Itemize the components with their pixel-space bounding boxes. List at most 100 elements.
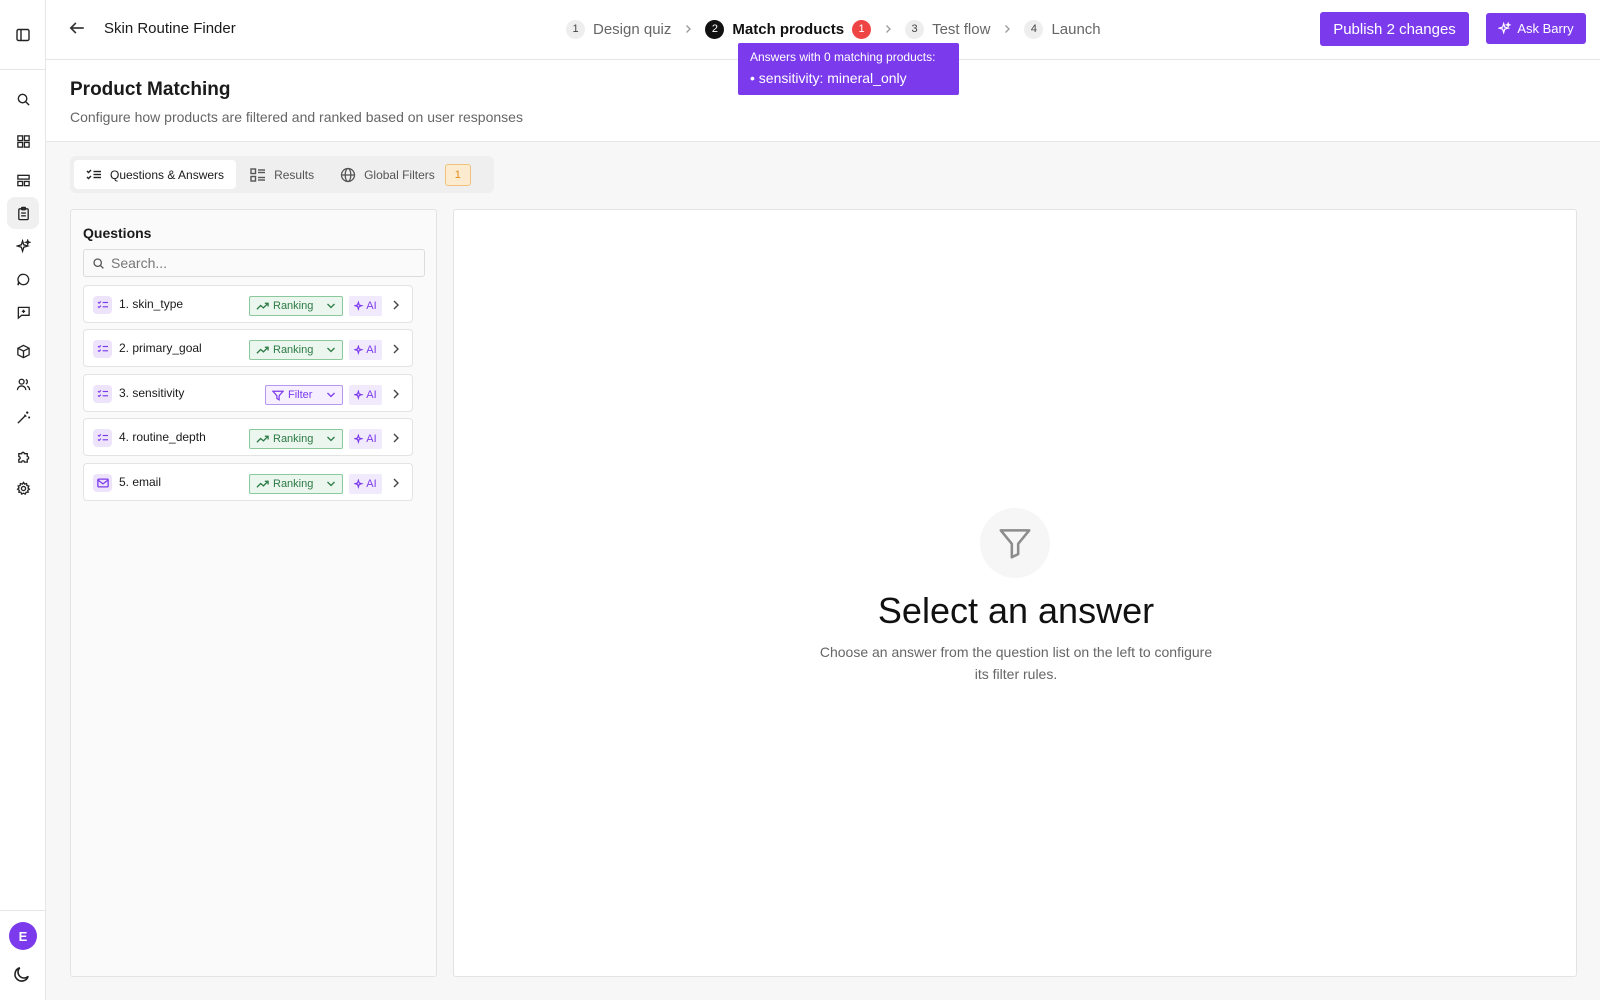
step-number: 2 xyxy=(705,19,725,39)
ask-barry-button[interactable]: Ask Barry xyxy=(1486,13,1586,44)
sidebar-toggle[interactable] xyxy=(0,0,45,70)
sidebar-footer: E xyxy=(0,910,45,1000)
layout-list-icon xyxy=(250,167,266,182)
dashboard-icon xyxy=(16,134,30,148)
ai-button[interactable]: AI xyxy=(349,296,382,316)
mode-dropdown[interactable]: Ranking xyxy=(249,296,343,316)
tab-global-filters[interactable]: Global Filters 1 xyxy=(328,160,483,189)
filter-icon xyxy=(980,508,1050,578)
ai-button[interactable]: AI xyxy=(349,429,382,449)
ai-button[interactable]: AI xyxy=(349,340,382,360)
empty-state-title: Select an answer xyxy=(877,590,1155,631)
chevron-right-icon xyxy=(391,477,401,489)
avatar[interactable]: E xyxy=(9,922,37,950)
chevron-right-icon xyxy=(1002,24,1012,34)
sidebar: E xyxy=(0,0,46,1000)
tab-questions-answers[interactable]: Questions & Answers xyxy=(74,160,237,189)
mode-label: Ranking xyxy=(273,300,314,312)
chevron-right-icon xyxy=(391,388,401,400)
question-row-sensitivity[interactable]: 3. sensitivity Filter AI xyxy=(83,374,413,412)
theme-toggle[interactable] xyxy=(13,965,31,983)
ai-label: AI xyxy=(366,344,377,356)
magic-wand-icon xyxy=(16,410,30,424)
question-label: 3. sensitivity xyxy=(119,386,185,400)
search-icon xyxy=(17,93,30,106)
list-checks-icon xyxy=(86,169,101,179)
gear-icon xyxy=(16,480,30,495)
sidebar-messages[interactable] xyxy=(7,296,39,328)
list-checks-icon xyxy=(93,296,112,314)
list-checks-icon xyxy=(93,385,112,403)
mode-dropdown[interactable]: Filter xyxy=(265,385,343,405)
step-match-products[interactable]: 2 Match products xyxy=(705,19,844,39)
list-checks-icon xyxy=(93,429,112,447)
chevron-right-icon xyxy=(391,432,401,444)
mail-icon xyxy=(93,474,112,492)
ai-label: AI xyxy=(366,300,377,312)
puzzle-icon xyxy=(17,451,29,463)
tooltip-heading: Answers with 0 matching products: xyxy=(750,50,936,64)
sparkles-icon xyxy=(354,479,365,489)
ask-barry-label: Ask Barry xyxy=(1517,21,1574,36)
mode-dropdown[interactable]: Ranking xyxy=(249,474,343,494)
answer-detail-panel: Select an answer Choose an answer from t… xyxy=(453,209,1577,977)
moon-icon xyxy=(14,967,29,982)
question-row-primary-goal[interactable]: 2. primary_goal Ranking AI xyxy=(83,329,413,367)
publish-button[interactable]: Publish 2 changes xyxy=(1320,12,1469,46)
mode-label: Ranking xyxy=(273,433,314,445)
chevron-right-icon xyxy=(391,343,401,355)
sidebar-layouts[interactable] xyxy=(7,164,39,196)
questions-heading: Questions xyxy=(83,225,152,241)
step-launch[interactable]: 4 Launch xyxy=(1024,19,1101,39)
step-design-quiz[interactable]: 1 Design quiz xyxy=(566,19,672,39)
sidebar-integrations[interactable] xyxy=(7,440,39,472)
mode-label: Ranking xyxy=(273,478,314,490)
mode-dropdown[interactable]: Ranking xyxy=(249,429,343,449)
trending-up-icon xyxy=(256,302,269,310)
sidebar-chat[interactable] xyxy=(7,263,39,295)
list-checks-icon xyxy=(93,340,112,358)
question-row-skin-type[interactable]: 1. skin_type Ranking AI xyxy=(83,285,413,323)
error-count-badge: 1 xyxy=(852,19,872,39)
search-input[interactable] xyxy=(111,255,411,271)
tab-label: Global Filters xyxy=(364,167,435,182)
sparkles-icon xyxy=(354,390,365,400)
sparkles-icon xyxy=(354,301,365,311)
back-button[interactable] xyxy=(68,19,86,37)
sparkles-icon xyxy=(354,345,365,355)
tab-results[interactable]: Results xyxy=(238,160,326,189)
sidebar-products[interactable] xyxy=(7,335,39,367)
tab-bar: Questions & Answers Results Global Filte… xyxy=(70,156,494,193)
globe-icon xyxy=(340,167,356,182)
tab-label: Results xyxy=(274,167,315,182)
step-test-flow[interactable]: 3 Test flow xyxy=(905,19,990,39)
chevron-down-icon xyxy=(327,481,335,487)
question-row-email[interactable]: 5. email Ranking AI xyxy=(83,463,413,501)
users-icon xyxy=(16,378,30,390)
sidebar-magic[interactable] xyxy=(7,401,39,433)
ai-button[interactable]: AI xyxy=(349,474,382,494)
chevron-down-icon xyxy=(327,392,335,398)
sidebar-settings[interactable] xyxy=(7,472,39,504)
sidebar-users[interactable] xyxy=(7,368,39,400)
mode-label: Filter xyxy=(288,389,313,401)
step-number: 3 xyxy=(905,19,925,39)
empty-state-description: Choose an answer from the question list … xyxy=(819,644,1213,682)
ai-label: AI xyxy=(366,389,377,401)
stepper: 1 Design quiz 2 Match products 1 3 Test … xyxy=(566,17,1101,41)
question-row-routine-depth[interactable]: 4. routine_depth Ranking AI xyxy=(83,418,413,456)
sidebar-dashboard[interactable] xyxy=(7,125,39,157)
panel-toggle-icon xyxy=(15,28,30,41)
chevron-down-icon xyxy=(327,347,335,353)
ai-button[interactable]: AI xyxy=(349,385,382,405)
sidebar-search[interactable] xyxy=(7,83,39,115)
sidebar-quizzes[interactable] xyxy=(7,197,39,229)
message-square-icon xyxy=(17,306,30,320)
trending-up-icon xyxy=(256,346,269,354)
question-label: 2. primary_goal xyxy=(119,341,202,355)
trending-up-icon xyxy=(256,435,269,443)
sidebar-ai[interactable] xyxy=(7,230,39,262)
ai-label: AI xyxy=(366,433,377,445)
step-label: Design quiz xyxy=(593,20,672,38)
mode-dropdown[interactable]: Ranking xyxy=(249,340,343,360)
